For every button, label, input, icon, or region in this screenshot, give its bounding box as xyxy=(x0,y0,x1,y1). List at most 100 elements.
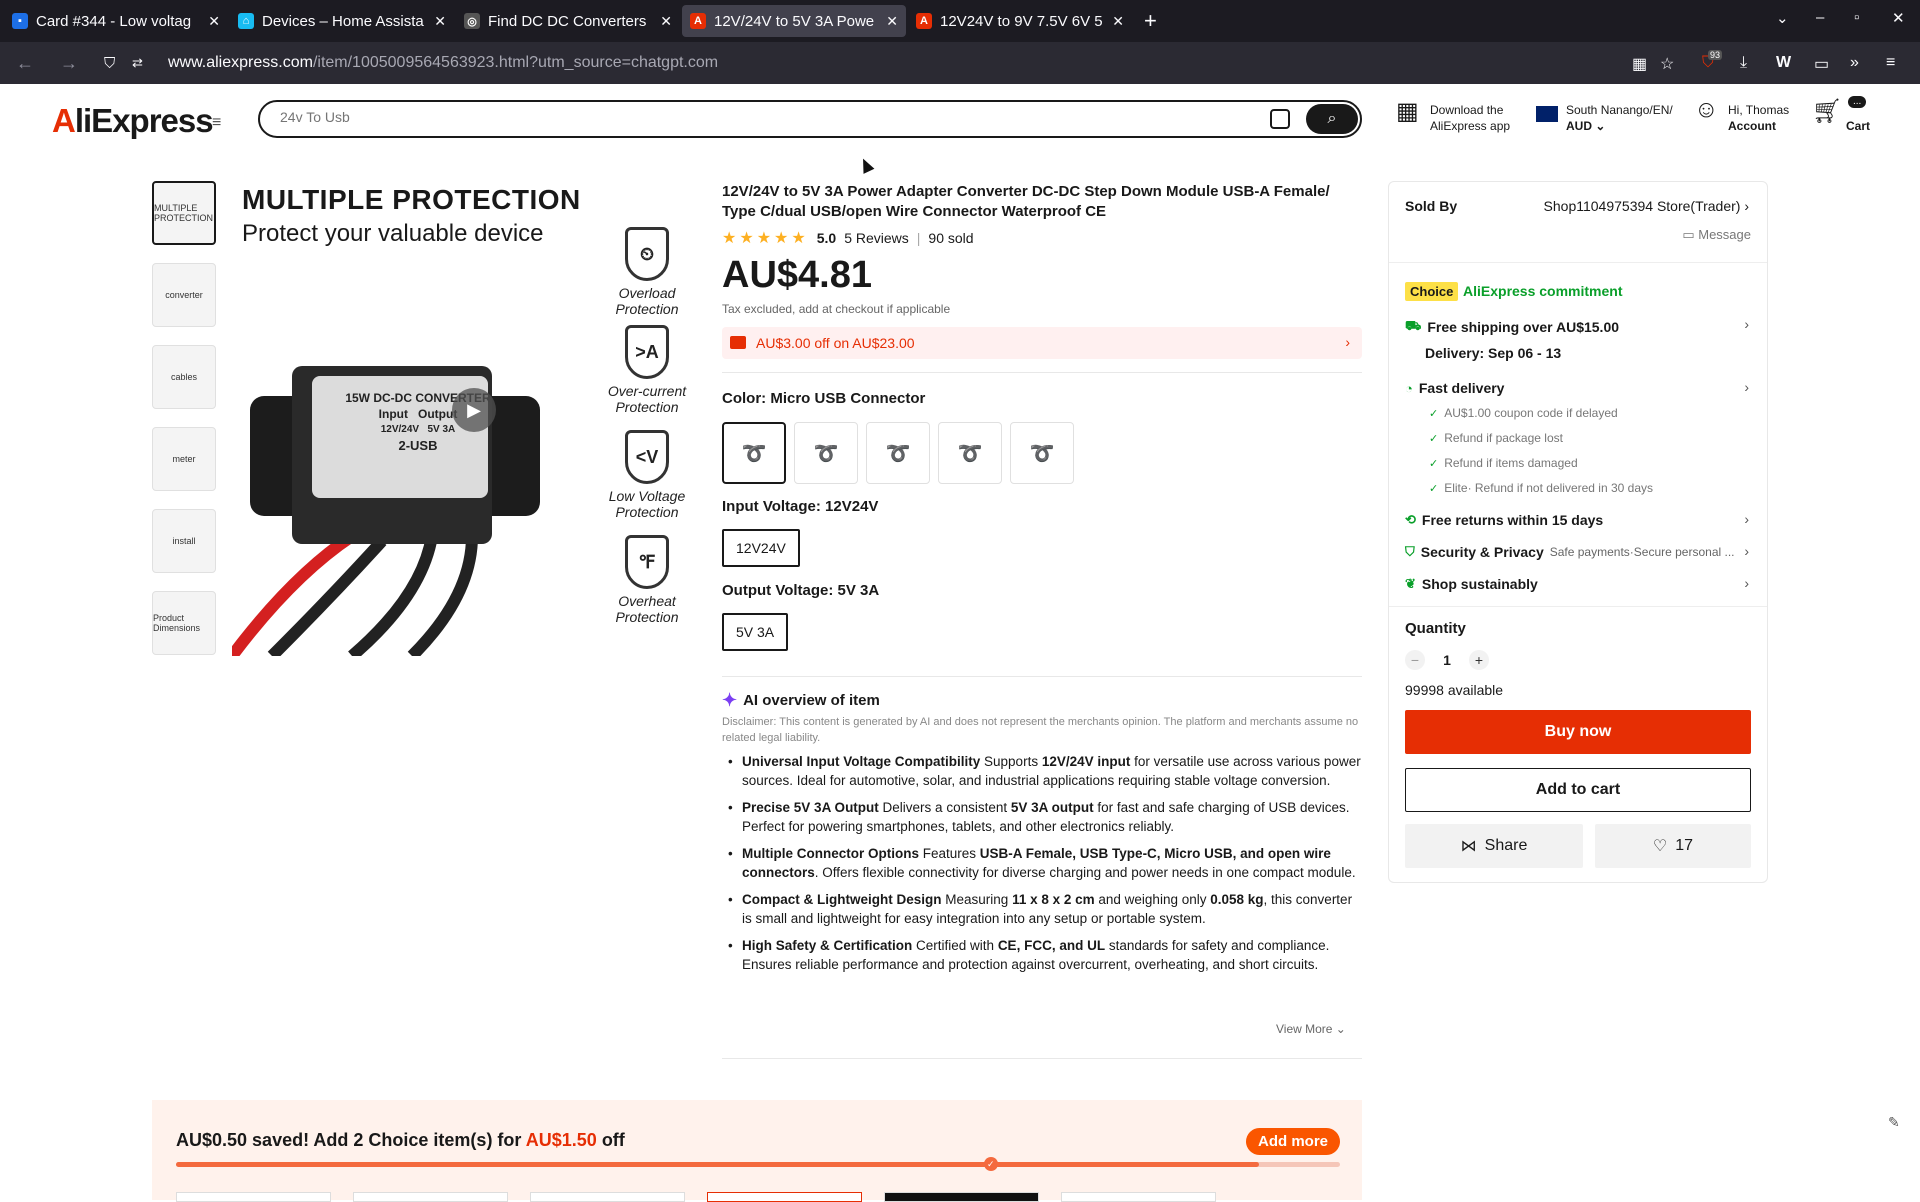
product-price: AU$4.81 xyxy=(722,254,872,296)
currency-label: AUD xyxy=(1566,119,1592,133)
cart-link[interactable]: 🛒︎ ... Cart xyxy=(1812,96,1870,134)
new-tab-button[interactable]: + xyxy=(1144,8,1157,34)
bundle-item[interactable] xyxy=(176,1192,331,1202)
security-row[interactable]: ⛉ Security & Privacy Safe payments·Secure … xyxy=(1405,544,1735,560)
fast-delivery-text: Fast delivery xyxy=(1418,380,1505,396)
device-input-label: Input xyxy=(378,407,408,421)
divider xyxy=(722,1058,1362,1059)
guarantee-item: Refund if items damaged xyxy=(1429,456,1577,470)
device-input-value: 12V/24V xyxy=(380,424,420,435)
share-button[interactable]: ⋈ Share xyxy=(1405,824,1583,868)
shield-icon: >A xyxy=(625,325,669,379)
forward-icon[interactable]: → xyxy=(60,53,78,74)
list-item: Precise 5V 3A Output Delivers a consiste… xyxy=(722,798,1362,836)
menu-icon[interactable]: ≡ xyxy=(1886,54,1895,72)
image-search-icon[interactable] xyxy=(1270,109,1290,129)
wallet-icon[interactable]: W xyxy=(1776,54,1791,72)
swatch-option-4[interactable]: ➰ xyxy=(938,422,1002,484)
download-app-link[interactable]: ▦ Download the AliExpress app xyxy=(1396,100,1530,134)
close-tab-icon[interactable]: ✕ xyxy=(1112,13,1124,30)
search-button[interactable]: ⌕ xyxy=(1306,104,1358,134)
swatch-option-2[interactable]: ➰ xyxy=(794,422,858,484)
tab-2[interactable]: ⌂ Devices – Home Assista ✕ xyxy=(230,5,454,37)
au-flag-icon xyxy=(1536,106,1558,122)
tab-5[interactable]: A 12V24V to 9V 7.5V 6V 5 ✕ xyxy=(908,5,1132,37)
category-menu-icon[interactable]: ≡ xyxy=(212,114,221,132)
free-returns-row[interactable]: ⟲ Free returns within 15 days xyxy=(1405,512,1603,528)
thumbnail-list: MULTIPLE PROTECTION converter cables meter i… xyxy=(152,181,216,673)
tab-list-icon[interactable]: ⌄ xyxy=(1776,9,1789,27)
reviews-link[interactable]: 5 Reviews xyxy=(844,230,909,246)
free-shipping-text: Free shipping over AU$15.00 xyxy=(1427,319,1620,335)
search-input[interactable] xyxy=(280,109,1180,125)
input-voltage-option[interactable]: 12V24V xyxy=(722,529,800,567)
decrease-quantity-button[interactable]: − xyxy=(1405,650,1425,670)
more-tools-icon[interactable]: » xyxy=(1850,54,1859,72)
fast-delivery-row[interactable]: ◔ Fast delivery xyxy=(1405,380,1504,396)
maximize-icon[interactable]: ▫ xyxy=(1854,9,1859,26)
add-to-cart-button[interactable]: Add to cart xyxy=(1405,768,1751,812)
bundle-item[interactable] xyxy=(353,1192,508,1202)
protection-label: Overheat xyxy=(618,593,676,609)
close-tab-icon[interactable]: ✕ xyxy=(208,13,220,30)
thumbnail[interactable]: Product Dimensions xyxy=(152,591,216,655)
sidebar-icon[interactable]: ▭ xyxy=(1814,54,1829,74)
return-icon: ⟲ xyxy=(1405,512,1416,527)
share-icon: ⋈ xyxy=(1460,838,1477,855)
promo-banner[interactable]: AU$3.00 off on AU$23.00 › xyxy=(722,327,1362,359)
swatch-micro-usb[interactable]: ➰ xyxy=(722,422,786,484)
back-icon[interactable]: ← xyxy=(16,53,34,74)
thumbnail[interactable]: cables xyxy=(152,345,216,409)
quantity-value[interactable]: 1 xyxy=(1425,652,1469,668)
account-link[interactable]: ☺ Hi, Thomas Account xyxy=(1694,96,1808,134)
wishlist-button[interactable]: ♡ 17 xyxy=(1595,824,1751,868)
close-tab-icon[interactable]: ✕ xyxy=(660,13,672,30)
aliexpress-logo[interactable]: AliExpress xyxy=(52,102,214,140)
play-video-icon[interactable]: ▶ xyxy=(452,388,496,432)
region-selector[interactable]: South Nanango/EN/AUD ⌄ xyxy=(1536,102,1706,134)
shield-icon[interactable]: ⛉ xyxy=(104,55,120,72)
favicon-icon: A xyxy=(916,13,932,29)
shield-icon: ℉ xyxy=(625,535,669,589)
tab-1[interactable]: ▪ Card #344 - Low voltag ✕ xyxy=(4,5,228,37)
buy-now-button[interactable]: Buy now xyxy=(1405,710,1751,754)
bundle-item[interactable] xyxy=(530,1192,685,1202)
close-tab-icon[interactable]: ✕ xyxy=(434,13,446,30)
qr-icon[interactable]: ▦ xyxy=(1632,54,1647,74)
close-tab-icon[interactable]: ✕ xyxy=(886,13,898,30)
swatch-option-3[interactable]: ➰ xyxy=(866,422,930,484)
bundle-item[interactable] xyxy=(707,1192,862,1202)
thumbnail[interactable]: MULTIPLE PROTECTION xyxy=(152,181,216,245)
guarantee-item: Elite· Refund if not delivered in 30 day… xyxy=(1429,481,1653,495)
commitment-title: AliExpress commitment xyxy=(1463,283,1623,299)
tab-3[interactable]: ◎ Find DC DC Converters ✕ xyxy=(456,5,680,37)
sustainability-row[interactable]: ❦ Shop sustainably xyxy=(1405,576,1538,592)
free-shipping-row[interactable]: ⛟ Free shipping over AU$15.00 xyxy=(1405,318,1619,336)
ai-disclaimer: Disclaimer: This content is generated by… xyxy=(722,716,1359,744)
thumbnail[interactable]: meter xyxy=(152,427,216,491)
bundle-progress: ✓ xyxy=(176,1157,1340,1171)
increase-quantity-button[interactable]: + xyxy=(1469,650,1489,670)
edit-icon[interactable]: ✎ xyxy=(1888,1114,1900,1131)
bookmark-star-icon[interactable]: ☆ xyxy=(1660,54,1674,74)
message-link[interactable]: ▭ Message xyxy=(1682,227,1751,243)
divider xyxy=(722,676,1362,677)
mouse-cursor xyxy=(857,156,875,174)
thumbnail[interactable]: install xyxy=(152,509,216,573)
minimize-icon[interactable]: – xyxy=(1816,9,1824,26)
thumbnail[interactable]: converter xyxy=(152,263,216,327)
url-bar[interactable]: www.aliexpress.com/item/1005009564563923… xyxy=(168,54,718,72)
store-link[interactable]: Shop1104975394 Store(Trader) › xyxy=(1544,198,1749,214)
add-more-button[interactable]: Add more xyxy=(1246,1128,1341,1155)
swatch-option-5[interactable]: ➰ xyxy=(1010,422,1074,484)
bundle-item[interactable] xyxy=(1061,1192,1216,1202)
close-window-icon[interactable]: ✕ xyxy=(1892,9,1905,27)
user-icon: ☺ xyxy=(1694,96,1719,123)
tab-4[interactable]: A 12V/24V to 5V 3A Powe ✕ xyxy=(682,5,906,37)
download-icon[interactable]: ⤓ xyxy=(1740,54,1747,72)
view-more-link[interactable]: View More ⌄ xyxy=(1276,1022,1346,1036)
output-voltage-option[interactable]: 5V 3A xyxy=(722,613,789,651)
bundle-item[interactable] xyxy=(884,1192,1039,1202)
star-rating: ★★★★★ xyxy=(722,230,809,247)
permissions-icon[interactable]: ⇄ xyxy=(132,55,148,71)
